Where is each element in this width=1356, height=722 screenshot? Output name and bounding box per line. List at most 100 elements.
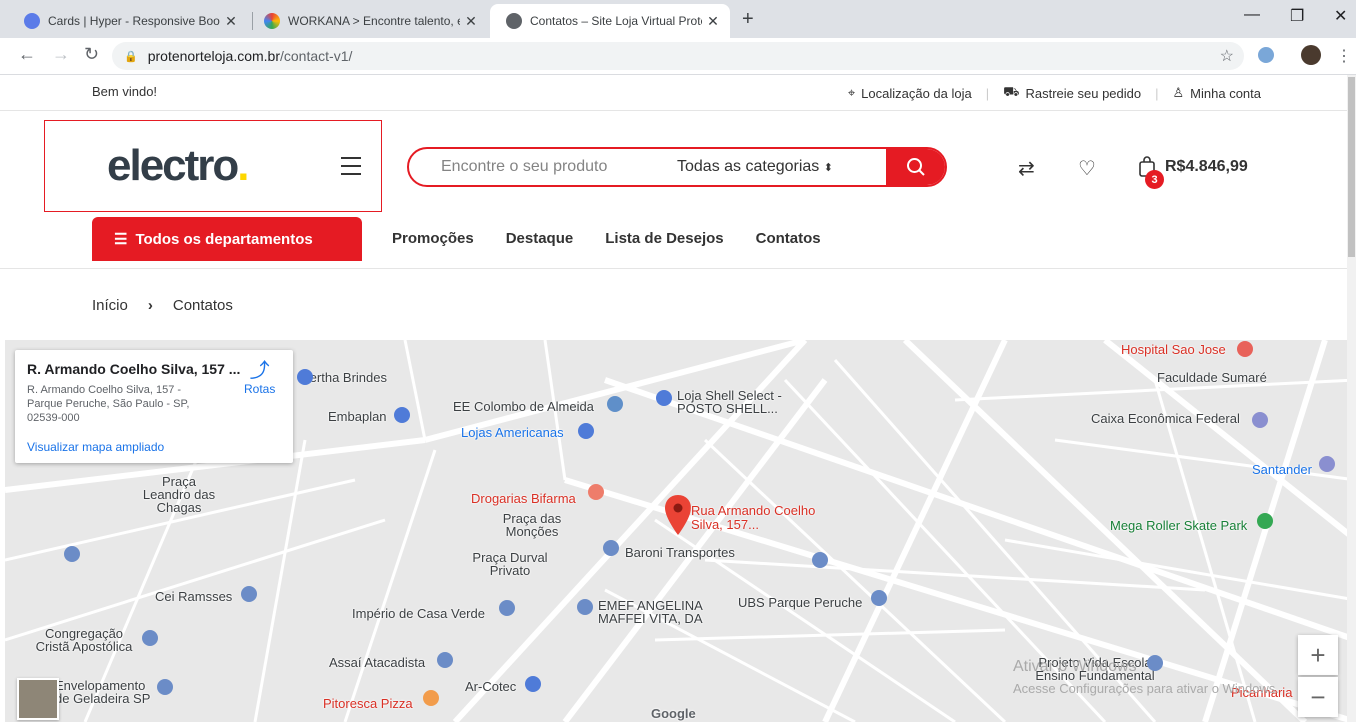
divider <box>0 268 1356 269</box>
park-pin-icon[interactable] <box>1257 513 1273 529</box>
store-location-link[interactable]: Localização da loja <box>861 86 972 101</box>
bookmark-star-icon[interactable]: ☆ <box>1220 46 1234 66</box>
wishlist-heart-icon[interactable]: ♡ <box>1078 156 1096 181</box>
menu-toggle-icon[interactable] <box>341 157 361 181</box>
tab-favicon-icon <box>24 13 40 29</box>
more-menu-icon[interactable]: ⋮ <box>1336 46 1352 66</box>
restaurant-pin-icon[interactable] <box>423 690 439 706</box>
place-pin-icon[interactable] <box>157 679 173 695</box>
scrollbar-thumb[interactable] <box>1348 77 1355 257</box>
hospital-pin-icon[interactable] <box>1237 341 1253 357</box>
map-place[interactable]: Ar-Cotec <box>465 679 516 694</box>
location-marker-icon[interactable] <box>665 495 691 535</box>
nav-item-promocoes[interactable]: Promoções <box>392 230 474 247</box>
maximize-icon[interactable]: ❐ <box>1290 6 1304 26</box>
school-pin-icon[interactable] <box>607 396 623 412</box>
site-topbar: Bem vindo! ⌖ Localização da loja | ⛟ Ras… <box>0 75 1356 111</box>
minimize-icon[interactable]: — <box>1244 6 1260 24</box>
map-place[interactable]: Sertha Brindes <box>301 370 387 385</box>
map-place[interactable]: Mega Roller Skate Park <box>1110 518 1247 533</box>
map-place[interactable]: Envelopamento de Geladeira SP <box>55 679 160 705</box>
map-place[interactable]: Pitoresca Pizza <box>323 696 413 711</box>
pharmacy-pin-icon[interactable] <box>588 484 604 500</box>
close-tab-icon[interactable]: ✕ <box>460 13 482 30</box>
shopping-pin-icon[interactable] <box>578 423 594 439</box>
zoom-in-button[interactable]: + <box>1298 635 1338 675</box>
map-place[interactable]: Hospital Sao Jose <box>1121 342 1226 357</box>
place-pin-icon[interactable] <box>297 369 313 385</box>
map-place[interactable]: Praça das Monções <box>497 512 567 538</box>
compare-icon[interactable]: ⇄ <box>1018 156 1035 181</box>
avatar[interactable] <box>1301 45 1321 65</box>
all-departments-button[interactable]: ☰ Todos os departamentos <box>92 217 362 261</box>
map-place[interactable]: Loja Shell Select - POSTO SHELL... <box>677 389 807 415</box>
nav-item-lista-de-desejos[interactable]: Lista de Desejos <box>605 230 723 247</box>
browser-tab-bar: Cards | Hyper - Responsive Boots ✕ WORKA… <box>0 0 1356 38</box>
map-place[interactable]: Lojas Americanas <box>461 425 564 440</box>
back-icon[interactable]: ← <box>18 44 36 65</box>
site-logo[interactable]: electro. <box>107 141 250 191</box>
bank-pin-icon[interactable] <box>1319 456 1335 472</box>
my-account-link[interactable]: Minha conta <box>1190 86 1261 101</box>
divider: | <box>1155 85 1159 101</box>
cart-count-badge: 3 <box>1145 170 1164 189</box>
school-pin-icon[interactable] <box>812 552 828 568</box>
map-place[interactable]: UBS Parque Peruche <box>738 595 862 610</box>
close-tab-icon[interactable]: ✕ <box>702 13 724 30</box>
map-place[interactable]: Baroni Transportes <box>625 545 735 560</box>
browser-tab[interactable]: WORKANA > Encontre talento, e ✕ <box>248 4 488 38</box>
map-place[interactable]: EE Colombo de Almeida <box>453 399 594 414</box>
page-scrollbar[interactable] <box>1347 75 1356 722</box>
map-place[interactable]: Congregação Cristã Apostólica <box>29 627 139 653</box>
map-place[interactable]: Embaplan <box>328 409 387 424</box>
browser-tab-active[interactable]: Contatos – Site Loja Virtual Prote ✕ <box>490 4 730 38</box>
category-select[interactable]: Todas as categorias ⬍ <box>677 158 837 176</box>
forward-icon[interactable]: → <box>52 44 70 65</box>
map-place[interactable]: Drogarias Bifarma <box>471 491 576 506</box>
school-pin-icon[interactable] <box>577 599 593 615</box>
place-pin-icon[interactable] <box>603 540 619 556</box>
nav-item-destaque[interactable]: Destaque <box>506 230 574 247</box>
close-window-icon[interactable]: ✕ <box>1334 6 1347 26</box>
new-tab-icon[interactable]: + <box>742 8 754 31</box>
map-place[interactable]: EMEF ANGELINA MAFFEI VITA, DA <box>598 599 718 625</box>
health-pin-icon[interactable] <box>871 590 887 606</box>
place-pin-icon[interactable] <box>499 600 515 616</box>
church-pin-icon[interactable] <box>142 630 158 646</box>
search-input[interactable]: Encontre o seu produto <box>441 158 677 176</box>
map-place[interactable]: Praça Durval Privato <box>467 551 553 577</box>
place-pin-icon[interactable] <box>394 407 410 423</box>
map-place[interactable]: Santander <box>1252 462 1312 477</box>
shopping-pin-icon[interactable] <box>525 676 541 692</box>
map-place[interactable]: Faculdade Sumaré <box>1157 370 1267 385</box>
nav-item-contatos[interactable]: Contatos <box>756 230 821 247</box>
map-place[interactable]: Praça Leandro das Chagas <box>139 475 219 514</box>
track-order-link[interactable]: Rastreie seu pedido <box>1025 86 1141 101</box>
bank-pin-icon[interactable] <box>1252 412 1268 428</box>
reload-icon[interactable]: ↻ <box>84 44 99 65</box>
close-tab-icon[interactable]: ✕ <box>220 13 242 30</box>
place-pin-icon[interactable] <box>437 652 453 668</box>
satellite-toggle[interactable] <box>17 678 59 720</box>
directions-button[interactable]: ⤴ Rotas <box>244 360 275 396</box>
zoom-out-button[interactable]: − <box>1298 677 1338 717</box>
address-bar[interactable]: 🔒 protenorteloja.com.br/contact-v1/ ☆ <box>112 42 1244 70</box>
main-nav: Promoções Destaque Lista de Desejos Cont… <box>392 230 853 247</box>
breadcrumb-home[interactable]: Início <box>92 297 128 314</box>
extension-icon[interactable] <box>1258 47 1274 63</box>
school-pin-icon[interactable] <box>241 586 257 602</box>
school-pin-icon[interactable] <box>64 546 80 562</box>
map-place[interactable]: Caixa Econômica Federal <box>1091 411 1240 426</box>
map-place[interactable]: Cei Ramsses <box>155 589 232 604</box>
map-place[interactable]: Assaí Atacadista <box>329 655 425 670</box>
cart-total[interactable]: R$4.846,99 <box>1165 158 1248 176</box>
tab-title: WORKANA > Encontre talento, e <box>288 14 460 28</box>
gas-station-pin-icon[interactable] <box>656 390 672 406</box>
os-activation-notice: Ativar o Windows <box>1013 658 1137 675</box>
view-larger-map-link[interactable]: Visualizar mapa ampliado <box>27 440 164 454</box>
search-button[interactable] <box>886 149 945 185</box>
logo-area: electro. <box>44 120 382 212</box>
browser-tab[interactable]: Cards | Hyper - Responsive Boots ✕ <box>8 4 248 38</box>
map-place[interactable]: Império de Casa Verde <box>352 606 485 621</box>
school-pin-icon[interactable] <box>1147 655 1163 671</box>
